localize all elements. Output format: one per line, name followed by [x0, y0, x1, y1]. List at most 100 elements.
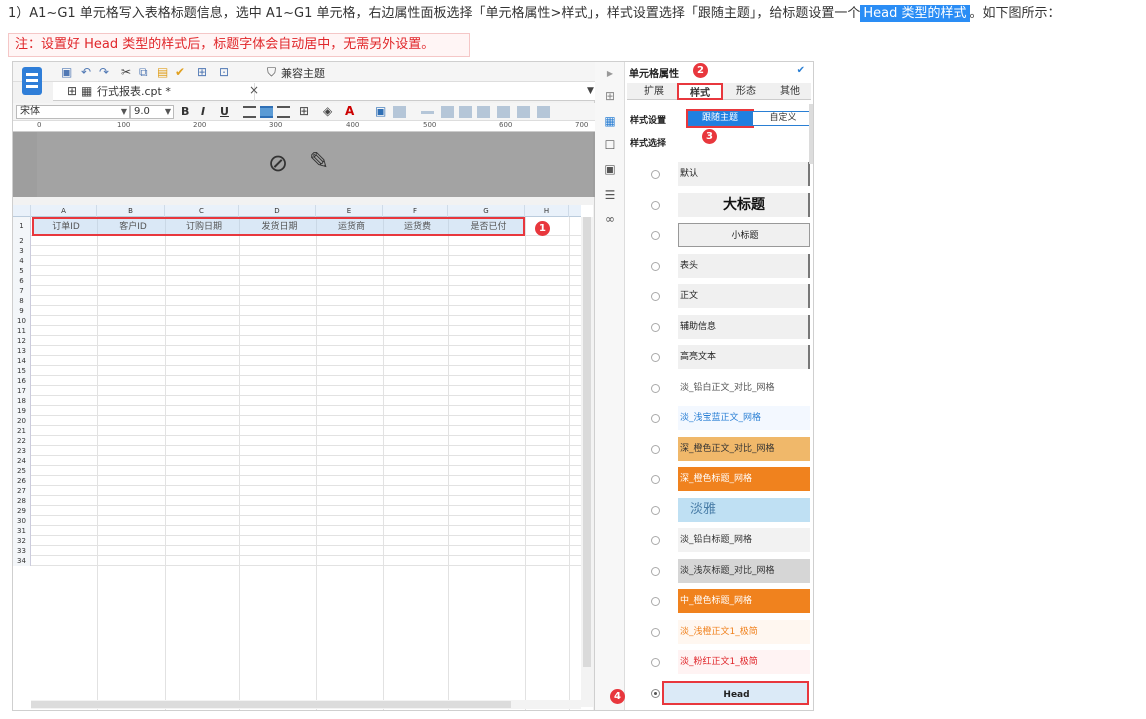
split-icon[interactable] [393, 106, 406, 118]
style-option[interactable]: 淡_粉红正文1_极简 [625, 647, 810, 677]
table-row[interactable] [31, 496, 581, 506]
radio-button[interactable] [651, 170, 660, 179]
scrollbar-thumb[interactable] [31, 701, 511, 708]
list-settings-icon[interactable]: ☰ [603, 188, 617, 202]
style-option[interactable]: 正文 [625, 281, 810, 311]
link-icon[interactable]: ∞ [603, 212, 617, 226]
row-header-2[interactable]: 2 [13, 236, 31, 246]
column-header-h[interactable]: H [525, 205, 569, 217]
cell-style-icon[interactable]: ▦ [603, 114, 617, 128]
image-icon[interactable] [517, 106, 530, 118]
table-row[interactable] [31, 436, 581, 446]
radio-button[interactable] [651, 231, 660, 240]
style-option[interactable]: Head [625, 678, 809, 708]
copy-icon[interactable]: ⧉ [139, 65, 148, 79]
hidden-eye-icon[interactable]: ⊘ [268, 149, 288, 177]
row-header-23[interactable]: 23 [13, 446, 31, 456]
column-header-b[interactable]: B [97, 205, 165, 217]
table-row[interactable] [31, 396, 581, 406]
spreadsheet[interactable]: A B C D E F G H 1 2 3 4 5 6 7 8 9 10 11 12 13 14 15 16 17 18 19 20 2… [13, 205, 593, 710]
undo-icon[interactable]: ↶ [81, 65, 91, 79]
header-cell[interactable]: 客户ID [99, 219, 167, 236]
fill-color-icon[interactable]: ◈ [323, 104, 332, 118]
style-option[interactable]: 深_橙色正文_对比_网格 [625, 434, 810, 464]
row-header-16[interactable]: 16 [13, 376, 31, 386]
table-row[interactable] [31, 276, 581, 286]
radio-button[interactable] [651, 383, 660, 393]
row-header-14[interactable]: 14 [13, 356, 31, 366]
table-row[interactable] [31, 356, 581, 366]
table-row[interactable] [31, 256, 581, 266]
style-option[interactable]: 淡雅 [625, 495, 810, 525]
column-header-g[interactable]: G [448, 205, 525, 217]
table-row[interactable] [31, 466, 581, 476]
row-header-15[interactable]: 15 [13, 366, 31, 376]
table-row[interactable] [31, 366, 581, 376]
row-header-12[interactable]: 12 [13, 336, 31, 346]
table-row[interactable] [31, 426, 581, 436]
row-header-33[interactable]: 33 [13, 546, 31, 556]
table-row[interactable] [31, 296, 581, 306]
cell-element-icon[interactable]: ☐ [603, 138, 617, 152]
table-row[interactable] [31, 416, 581, 426]
close-tab-icon[interactable]: × [249, 83, 259, 97]
formula-icon[interactable] [477, 106, 490, 118]
row-header-17[interactable]: 17 [13, 386, 31, 396]
table-row[interactable] [31, 306, 581, 316]
style-option[interactable]: 中_橙色标题_网格 [625, 586, 810, 616]
preview-icon[interactable]: ⊡ [219, 65, 229, 79]
selected-range-a1-g1[interactable]: 订单ID 客户ID 订购日期 发货日期 运货商 运货费 是否已付 [32, 217, 525, 236]
bold-button[interactable]: B [181, 105, 189, 119]
style-option[interactable]: 淡_铅白标题_网格 [625, 525, 810, 555]
row-header-21[interactable]: 21 [13, 426, 31, 436]
row-header-22[interactable]: 22 [13, 436, 31, 446]
style-option[interactable]: 深_橙色标题_网格 [625, 464, 810, 494]
compat-theme-label[interactable]: 兼容主题 [281, 65, 325, 81]
table-row[interactable] [31, 526, 581, 536]
table-row[interactable] [31, 246, 581, 256]
row-header-26[interactable]: 26 [13, 476, 31, 486]
radio-button[interactable] [651, 261, 660, 271]
radio-button[interactable] [651, 536, 660, 545]
table-row[interactable] [31, 316, 581, 326]
style-option[interactable]: 小标题 [625, 220, 810, 250]
table-structure-icon[interactable]: ⊞ [603, 89, 617, 103]
radio-button[interactable] [651, 597, 660, 606]
header-cell[interactable]: 是否已付 [450, 219, 527, 236]
list-icon[interactable] [459, 106, 472, 118]
style-option[interactable]: 大标题 [625, 190, 810, 220]
select-all-corner[interactable] [13, 205, 31, 217]
vertical-scrollbar[interactable] [581, 217, 593, 707]
line-icon[interactable] [421, 111, 434, 114]
table-row[interactable] [31, 376, 581, 386]
row-header-3[interactable]: 3 [13, 246, 31, 256]
row-header-24[interactable]: 24 [13, 456, 31, 466]
row-header-8[interactable]: 8 [13, 296, 31, 306]
style-option[interactable]: 淡_浅橙正文1_极简 [625, 617, 810, 647]
radio-button[interactable] [651, 475, 660, 484]
tab-style[interactable]: 样式 [677, 83, 723, 100]
style-option[interactable]: 淡_铅白正文_对比_网格 [625, 373, 810, 403]
horizontal-scrollbar[interactable] [31, 700, 581, 709]
table-row[interactable] [31, 386, 581, 396]
header-cell[interactable]: 订单ID [33, 219, 99, 236]
row-header-1[interactable]: 1 [13, 217, 31, 236]
row-header-9[interactable]: 9 [13, 306, 31, 316]
tab-expand[interactable]: 扩展 [631, 83, 677, 100]
row-header-31[interactable]: 31 [13, 526, 31, 536]
checkmark-icon[interactable]: ✔ [797, 65, 805, 76]
row-header-13[interactable]: 13 [13, 346, 31, 356]
table-row[interactable] [31, 506, 581, 516]
style-option[interactable]: 淡_浅灰标题_对比_网格 [625, 556, 810, 586]
table-row[interactable] [31, 326, 581, 336]
follow-theme-button[interactable]: 跟随主题 [686, 109, 754, 128]
row-header-10[interactable]: 10 [13, 316, 31, 326]
slash-icon[interactable] [537, 106, 550, 118]
header-cell[interactable]: 运货商 [318, 219, 385, 236]
table-row[interactable] [31, 556, 581, 566]
style-option[interactable]: 淡_浅宝蓝正文_网格 [625, 403, 810, 433]
column-header-c[interactable]: C [165, 205, 239, 217]
table-row[interactable] [31, 546, 581, 556]
font-color-icon[interactable]: A [345, 104, 354, 118]
table-row[interactable] [31, 476, 581, 486]
